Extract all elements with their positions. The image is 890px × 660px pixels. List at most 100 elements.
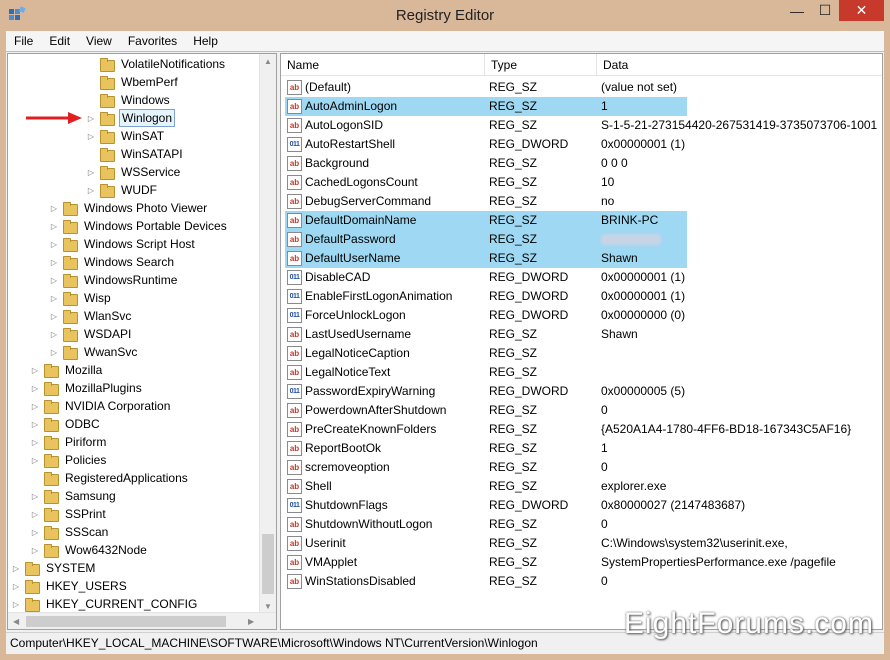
tree-item[interactable]: Windows bbox=[86, 91, 172, 109]
expand-arrow-icon[interactable]: ▷ bbox=[49, 271, 59, 289]
column-header-data[interactable]: Data bbox=[597, 54, 882, 76]
expand-arrow-icon[interactable]: ▷ bbox=[30, 487, 40, 505]
scroll-down-icon[interactable]: ▼ bbox=[264, 602, 272, 611]
value-row[interactable]: ab VMApplet REG_SZ SystemPropertiesPerforma… bbox=[281, 553, 882, 572]
value-row[interactable]: 011 ForceUnlockLogon REG_DWORD 0x00000000 (… bbox=[281, 306, 882, 325]
tree-item[interactable]: ▷ WindowsRuntime bbox=[49, 271, 179, 289]
value-row[interactable]: ab scremoveoption REG_SZ 0 bbox=[281, 458, 882, 477]
scroll-left-icon[interactable]: ◀ bbox=[13, 617, 19, 626]
tree-item[interactable]: ▷ Windows Portable Devices bbox=[49, 217, 229, 235]
tree-item[interactable]: ▷ HKEY_CURRENT_CONFIG bbox=[11, 595, 199, 613]
expand-arrow-icon[interactable]: ▷ bbox=[49, 217, 59, 235]
column-header-type[interactable]: Type bbox=[485, 54, 597, 76]
value-row[interactable]: ab PowerdownAfterShutdown REG_SZ 0 bbox=[281, 401, 882, 420]
registry-tree[interactable]: VolatileNotifications WbemPerf Windows ▷ Win… bbox=[7, 53, 277, 630]
tree-horizontal-scroll-thumb[interactable] bbox=[26, 616, 226, 627]
tree-item[interactable]: ▷ Mozilla bbox=[30, 361, 104, 379]
expand-arrow-icon[interactable]: ▷ bbox=[49, 343, 59, 361]
expand-arrow-icon[interactable]: ▷ bbox=[30, 433, 40, 451]
tree-item[interactable]: WbemPerf bbox=[86, 73, 180, 91]
values-list[interactable]: Name Type Data ab (Default) REG_SZ (value n… bbox=[280, 53, 883, 630]
value-row[interactable]: ab LastUsedUsername REG_SZ Shawn bbox=[281, 325, 882, 344]
menu-favorites[interactable]: Favorites bbox=[120, 31, 185, 51]
close-button[interactable]: ✕ bbox=[839, 0, 884, 21]
tree-item[interactable]: ▷ ODBC bbox=[30, 415, 102, 433]
expand-arrow-icon[interactable]: ▷ bbox=[49, 253, 59, 271]
expand-arrow-icon[interactable]: ▷ bbox=[49, 307, 59, 325]
expand-arrow-icon[interactable]: ▷ bbox=[49, 235, 59, 253]
tree-item[interactable]: ▷ HKEY_USERS bbox=[11, 577, 129, 595]
tree-item[interactable]: ▷ WinSAT bbox=[86, 127, 166, 145]
tree-item[interactable]: ▷ Windows Script Host bbox=[49, 235, 197, 253]
value-row[interactable]: ab DebugServerCommand REG_SZ no bbox=[281, 192, 882, 211]
value-row[interactable]: ab AutoLogonSID REG_SZ S-1-5-21-273154420-2… bbox=[281, 116, 882, 135]
minimize-button[interactable]: — bbox=[783, 0, 811, 21]
tree-item[interactable]: ▷ SSPrint bbox=[30, 505, 108, 523]
value-row[interactable]: 011 DisableCAD REG_DWORD 0x00000001 (1) bbox=[281, 268, 882, 287]
expand-arrow-icon[interactable]: ▷ bbox=[30, 415, 40, 433]
value-row[interactable]: ab (Default) REG_SZ (value not set) bbox=[281, 78, 882, 97]
value-row[interactable]: 011 ShutdownFlags REG_DWORD 0x80000027 (214… bbox=[281, 496, 882, 515]
tree-item[interactable]: ▷ Wisp bbox=[49, 289, 113, 307]
tree-item[interactable]: ▷ SSScan bbox=[30, 523, 110, 541]
tree-item[interactable]: ▷ WwanSvc bbox=[49, 343, 139, 361]
column-header-name[interactable]: Name bbox=[281, 54, 485, 76]
tree-item[interactable]: ▷ WSService bbox=[86, 163, 182, 181]
expand-arrow-icon[interactable]: ▷ bbox=[49, 199, 59, 217]
menu-help[interactable]: Help bbox=[185, 31, 226, 51]
value-row[interactable]: 011 AutoRestartShell REG_DWORD 0x00000001 (… bbox=[281, 135, 882, 154]
value-row[interactable]: ab Userinit REG_SZ C:\Windows\system32\user… bbox=[281, 534, 882, 553]
menu-file[interactable]: File bbox=[6, 31, 41, 51]
tree-item[interactable]: ▷ Winlogon bbox=[86, 109, 176, 127]
value-row[interactable]: ab DefaultPassword REG_SZ bbox=[281, 230, 882, 249]
maximize-button[interactable]: ☐ bbox=[811, 0, 839, 21]
expand-arrow-icon[interactable]: ▷ bbox=[30, 505, 40, 523]
tree-item[interactable]: ▷ WSDAPI bbox=[49, 325, 133, 343]
value-row[interactable]: ab DefaultDomainName REG_SZ BRINK-PC bbox=[281, 211, 882, 230]
value-row[interactable]: ab LegalNoticeText REG_SZ bbox=[281, 363, 882, 382]
tree-item[interactable]: RegisteredApplications bbox=[30, 469, 190, 487]
value-row[interactable]: ab WinStationsDisabled REG_SZ 0 bbox=[281, 572, 882, 591]
value-row[interactable]: ab DefaultUserName REG_SZ Shawn bbox=[281, 249, 882, 268]
expand-arrow-icon[interactable]: ▷ bbox=[11, 595, 21, 613]
value-row[interactable]: 011 PasswordExpiryWarning REG_DWORD 0x00000… bbox=[281, 382, 882, 401]
tree-item[interactable]: VolatileNotifications bbox=[86, 55, 227, 73]
value-row[interactable]: ab AutoAdminLogon REG_SZ 1 bbox=[281, 97, 882, 116]
value-row[interactable]: ab PreCreateKnownFolders REG_SZ {A520A1A4-1… bbox=[281, 420, 882, 439]
title-bar[interactable]: Registry Editor — ☐ ✕ bbox=[0, 0, 890, 31]
expand-arrow-icon[interactable]: ▷ bbox=[49, 289, 59, 307]
expand-arrow-icon[interactable]: ▷ bbox=[11, 559, 21, 577]
scroll-up-icon[interactable]: ▲ bbox=[264, 57, 272, 66]
expand-arrow-icon[interactable]: ▷ bbox=[30, 397, 40, 415]
expand-arrow-icon[interactable]: ▷ bbox=[86, 181, 96, 199]
tree-item[interactable]: ▷ SYSTEM bbox=[11, 559, 97, 577]
expand-arrow-icon[interactable]: ▷ bbox=[30, 361, 40, 379]
tree-item[interactable]: ▷ Windows Search bbox=[49, 253, 176, 271]
value-row[interactable]: ab CachedLogonsCount REG_SZ 10 bbox=[281, 173, 882, 192]
expand-arrow-icon[interactable]: ▷ bbox=[86, 163, 96, 181]
menu-edit[interactable]: Edit bbox=[41, 31, 78, 51]
expand-arrow-icon[interactable]: ▷ bbox=[30, 451, 40, 469]
tree-item[interactable]: ▷ WlanSvc bbox=[49, 307, 133, 325]
value-row[interactable]: ab ShutdownWithoutLogon REG_SZ 0 bbox=[281, 515, 882, 534]
tree-item[interactable]: ▷ Wow6432Node bbox=[30, 541, 149, 559]
value-row[interactable]: 011 EnableFirstLogonAnimation REG_DWORD 0x0… bbox=[281, 287, 882, 306]
expand-arrow-icon[interactable]: ▷ bbox=[86, 127, 96, 145]
tree-vertical-scrollbar[interactable]: ▲ ▼ bbox=[259, 54, 276, 614]
expand-arrow-icon[interactable]: ▷ bbox=[11, 577, 21, 595]
value-row[interactable]: ab LegalNoticeCaption REG_SZ bbox=[281, 344, 882, 363]
scroll-right-icon[interactable]: ▶ bbox=[248, 617, 254, 626]
tree-item[interactable]: WinSATAPI bbox=[86, 145, 185, 163]
tree-item[interactable]: ▷ Samsung bbox=[30, 487, 118, 505]
expand-arrow-icon[interactable]: ▷ bbox=[30, 541, 40, 559]
tree-horizontal-scrollbar[interactable]: ◀ ▶ bbox=[8, 612, 276, 629]
tree-vertical-scroll-thumb[interactable] bbox=[262, 534, 274, 594]
tree-item[interactable]: ▷ Windows Photo Viewer bbox=[49, 199, 209, 217]
value-row[interactable]: ab ReportBootOk REG_SZ 1 bbox=[281, 439, 882, 458]
expand-arrow-icon[interactable]: ▷ bbox=[49, 325, 59, 343]
value-row[interactable]: ab Shell REG_SZ explorer.exe bbox=[281, 477, 882, 496]
tree-item[interactable]: ▷ WUDF bbox=[86, 181, 159, 199]
expand-arrow-icon[interactable]: ▷ bbox=[86, 109, 96, 127]
tree-item[interactable]: ▷ Piriform bbox=[30, 433, 108, 451]
tree-item[interactable]: ▷ NVIDIA Corporation bbox=[30, 397, 172, 415]
